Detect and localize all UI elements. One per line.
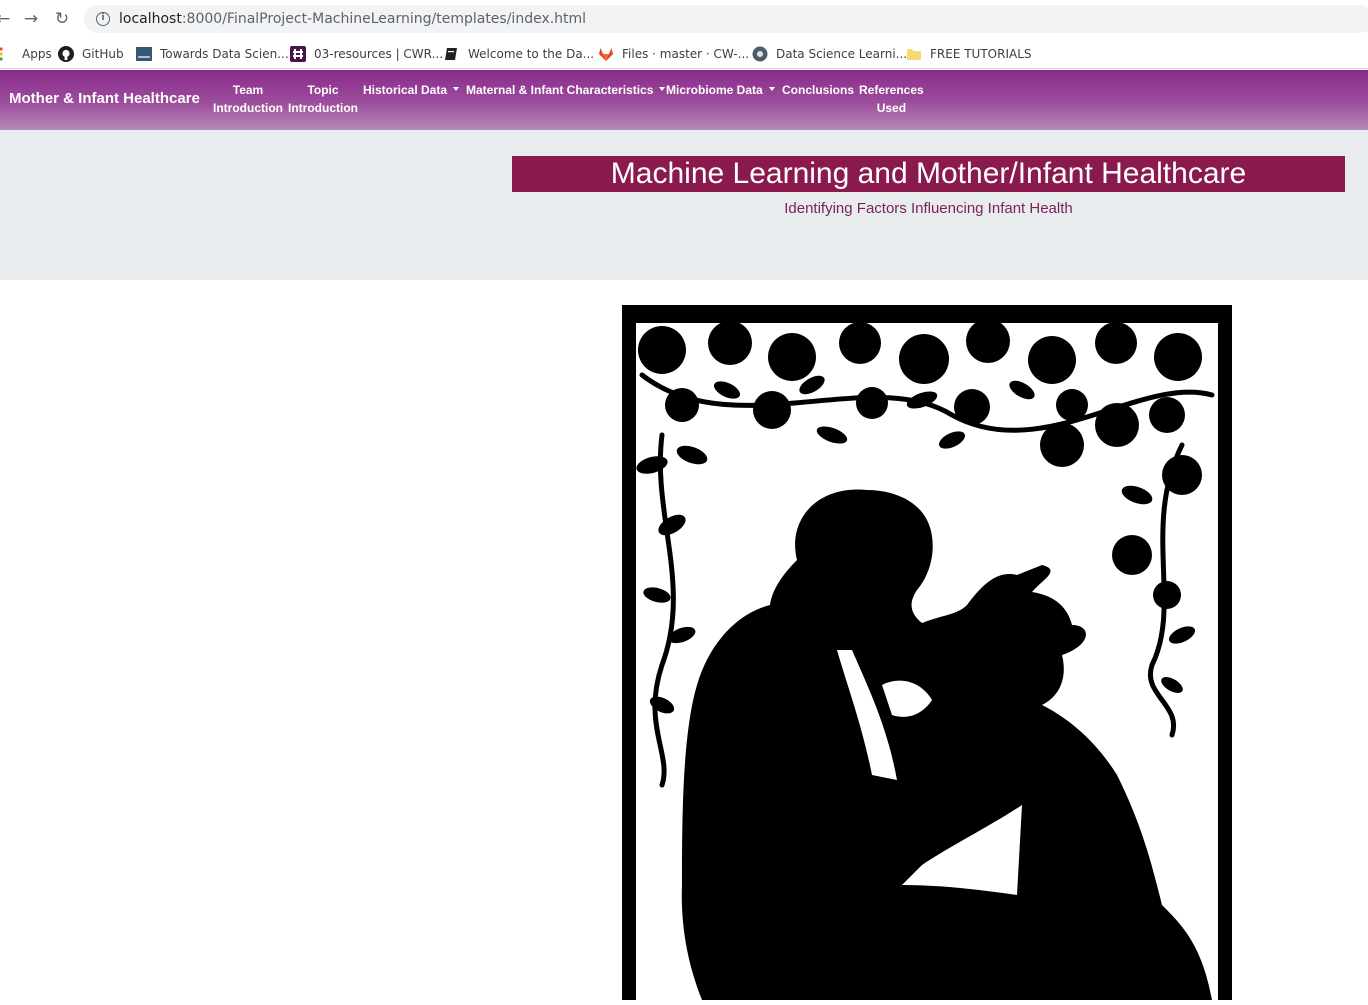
address-bar[interactable]: i localhost:8000/FinalProject-MachineLea… (84, 5, 1368, 33)
reload-icon[interactable]: ↻ (51, 8, 73, 30)
nav-label: Microbiome Data (666, 83, 763, 97)
nav-conclusions[interactable]: Conclusions (782, 81, 854, 99)
back-icon[interactable]: ← (0, 8, 14, 30)
url-text[interactable]: localhost:8000/FinalProject-MachineLearn… (119, 11, 586, 27)
bookmark-label: Files · master · CW-... (622, 47, 750, 61)
site-navbar: Mother & Infant Healthcare Team Introduc… (0, 70, 1368, 130)
nav-label-line1: Team (232, 83, 264, 97)
towards-data-science-icon (136, 46, 152, 62)
bookmark-03-resources[interactable]: 03-resources | CWR... (290, 45, 443, 63)
browser-toolbar: ← → ↻ i localhost:8000/FinalProject-Mach… (0, 0, 1368, 38)
bookmark-apps[interactable]: Apps (0, 45, 52, 63)
url-path: :8000/FinalProject-MachineLearning/templ… (181, 11, 587, 27)
bookmark-free-tutorials[interactable]: FREE TUTORIALS (906, 45, 1032, 63)
nav-label: Conclusions (782, 83, 855, 97)
url-host: localhost (119, 11, 182, 27)
bookmark-label: GitHub (82, 47, 124, 61)
nav-label-line1: Topic (307, 83, 339, 97)
bookmark-label: Apps (22, 47, 52, 61)
bookmark-label: Welcome to the Da... (468, 47, 595, 61)
nav-topic-introduction[interactable]: Topic Introduction (288, 81, 358, 117)
caret-down-icon (768, 87, 775, 91)
bookmark-files-master[interactable]: Files · master · CW-... (598, 45, 749, 63)
nav-label: Maternal & Infant Characteristics (466, 83, 654, 97)
forward-icon[interactable]: → (20, 8, 42, 30)
bookmark-label: 03-resources | CWR... (314, 47, 444, 61)
bookmark-label: Towards Data Scien... (160, 47, 289, 61)
github-icon (58, 46, 74, 62)
bookmarks-bar: Apps GitHub Towards Data Scien... 03-res… (0, 38, 1368, 69)
nav-microbiome-data-dropdown[interactable]: Microbiome Data (666, 81, 775, 99)
navbar-brand[interactable]: Mother & Infant Healthcare (9, 90, 200, 107)
folder-icon (906, 46, 922, 62)
mother-child-silhouette-image (622, 305, 1232, 1000)
nav-label-line2: Introduction (213, 101, 283, 115)
nav-team-introduction[interactable]: Team Introduction (213, 81, 283, 117)
caret-down-icon (453, 87, 460, 91)
nav-historical-data-dropdown[interactable]: Historical Data (363, 81, 460, 99)
nav-label-line2: Used (876, 101, 907, 115)
bookmark-label: FREE TUTORIALS (930, 47, 1032, 61)
jumbotron: Machine Learning and Mother/Infant Healt… (0, 130, 1368, 280)
nav-label-line2: Introduction (288, 101, 358, 115)
bookmark-welcome[interactable]: Welcome to the Da... (444, 45, 594, 63)
nav-maternal-infant-dropdown[interactable]: Maternal & Infant Characteristics (466, 81, 666, 99)
site-info-icon[interactable]: i (96, 12, 110, 26)
bookmark-github[interactable]: GitHub (58, 45, 124, 63)
apps-grid-icon (0, 46, 14, 62)
slack-icon (290, 46, 306, 62)
gitlab-icon (598, 46, 614, 62)
bookmark-data-science-learning[interactable]: Data Science Learni... (752, 45, 907, 63)
page-title: Machine Learning and Mother/Infant Healt… (512, 156, 1345, 192)
nav-references-used[interactable]: References Used (859, 81, 924, 117)
book-icon (444, 46, 460, 62)
caret-down-icon (659, 87, 666, 91)
bookmark-towards-data-science[interactable]: Towards Data Scien... (136, 45, 289, 63)
nav-label-line1: References (859, 83, 924, 97)
site-globe-icon (752, 46, 768, 62)
page-subtitle: Identifying Factors Influencing Infant H… (784, 200, 1073, 217)
nav-label: Historical Data (363, 83, 448, 97)
bookmark-label: Data Science Learni... (776, 47, 908, 61)
